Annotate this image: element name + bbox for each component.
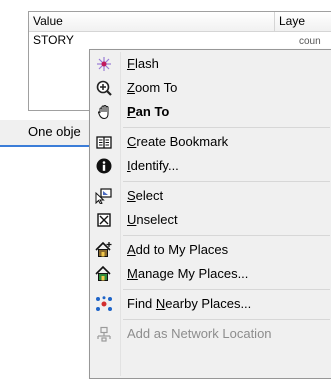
menu-item-label: Identify... [127,158,179,173]
column-header-value[interactable]: Value [33,14,63,28]
column-header-layer[interactable]: Laye [279,14,305,28]
menu-item-label: Create Bookmark [127,134,229,149]
identify-icon [95,157,113,175]
menu-item-select[interactable]: Select [90,184,331,208]
menu-separator [123,181,330,182]
bookmark-icon [95,133,113,151]
flash-icon [95,55,113,73]
menu-item-label: Add as Network Location [127,326,272,341]
menu-item-add-network-location[interactable]: Add as Network Location [90,322,331,346]
menu-item-unselect[interactable]: Unselect [90,208,331,232]
menu-separator [123,289,330,290]
menu-item-flash[interactable]: Flash [90,52,331,76]
menu-item-label: Pan To [127,104,170,119]
menu-item-add-to-my-places[interactable]: Add to My Places [90,238,331,262]
column-divider[interactable] [274,12,275,31]
row-value-cell[interactable]: STORY [33,33,74,47]
menu-item-pan-to[interactable]: Pan To [90,100,331,124]
menu-item-manage-my-places[interactable]: Manage My Places... [90,262,331,286]
menu-separator [123,319,330,320]
menu-item-identify[interactable]: Identify... [90,154,331,178]
table-header: Value Laye [29,12,331,32]
nearby-places-icon [95,295,113,313]
pan-hand-icon [95,103,113,121]
menu-item-label: Manage My Places... [127,266,249,281]
row-layer-cell[interactable]: coun [299,36,321,47]
add-place-icon [95,241,113,259]
menu-item-label: Add to My Places [127,242,229,257]
menu-separator [123,235,330,236]
context-menu: Flash Zoom To Pan To Create Bookmark Ide… [89,49,331,379]
menu-item-label: Zoom To [127,80,178,95]
menu-separator [123,127,330,128]
menu-item-label: Flash [127,56,159,71]
menu-item-label: Find Nearby Places... [127,296,252,311]
zoom-to-icon [95,79,113,97]
menu-item-create-bookmark[interactable]: Create Bookmark [90,130,331,154]
status-text: One obje [28,124,81,139]
menu-item-label: Select [127,188,164,203]
unselect-icon [95,211,113,229]
select-icon [95,187,113,205]
manage-places-icon [95,265,113,283]
menu-item-label: Unselect [127,212,178,227]
network-location-icon [95,325,113,343]
menu-item-zoom-to[interactable]: Zoom To [90,76,331,100]
menu-item-find-nearby-places[interactable]: Find Nearby Places... [90,292,331,316]
